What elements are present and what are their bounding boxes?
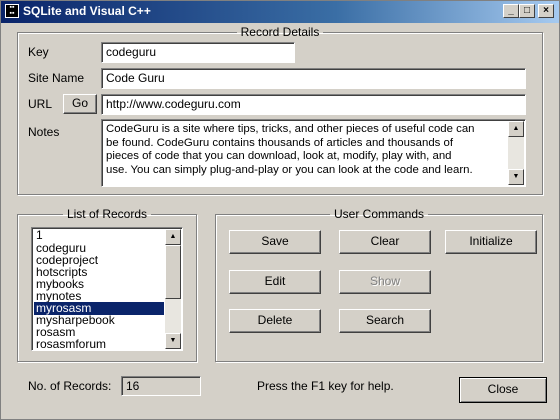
close-icon: × — [543, 5, 549, 16]
records-count-field: 16 — [121, 376, 201, 396]
url-label: URL — [28, 97, 53, 111]
go-button[interactable]: Go — [63, 94, 97, 114]
app-window: ▪▪ ▪▪ SQLite and Visual C++ _ □ × Record … — [0, 0, 560, 420]
notes-text: CodeGuru is a site where tips, tricks, a… — [106, 123, 475, 176]
scroll-thumb[interactable] — [165, 245, 181, 299]
edit-button[interactable]: Edit — [229, 270, 321, 294]
help-text: Press the F1 key for help. — [257, 379, 394, 393]
notes-scrollbar[interactable]: ▲ ▼ — [508, 121, 524, 185]
initialize-button[interactable]: Initialize — [445, 230, 537, 254]
maximize-button[interactable]: □ — [519, 4, 535, 18]
minimize-icon: _ — [508, 5, 514, 16]
url-input[interactable]: http://www.codeguru.com — [101, 94, 526, 115]
key-input[interactable]: codeguru — [101, 42, 295, 63]
app-icon: ▪▪ ▪▪ — [5, 4, 19, 18]
scroll-down-icon[interactable]: ▼ — [165, 333, 181, 349]
site-name-label: Site Name — [28, 71, 85, 85]
delete-button[interactable]: Delete — [229, 309, 321, 333]
record-details-legend: Record Details — [240, 25, 320, 39]
scroll-up-icon[interactable]: ▲ — [165, 229, 181, 245]
user-commands-legend: User Commands — [333, 207, 425, 221]
save-button[interactable]: Save — [229, 230, 321, 254]
records-listbox[interactable]: 1 codeguru codeproject hotscripts mybook… — [31, 227, 183, 351]
close-button[interactable]: Close — [459, 377, 547, 403]
scroll-up-icon[interactable]: ▲ — [508, 121, 524, 137]
key-label: Key — [28, 45, 49, 59]
site-name-input[interactable]: Code Guru — [101, 68, 526, 89]
list-of-records-legend: List of Records — [66, 207, 148, 221]
clear-button[interactable]: Clear — [339, 230, 431, 254]
notes-textarea[interactable]: CodeGuru is a site where tips, tricks, a… — [101, 119, 526, 187]
close-window-button[interactable]: × — [538, 4, 554, 18]
title-bar[interactable]: ▪▪ ▪▪ SQLite and Visual C++ _ □ × — [1, 1, 559, 23]
maximize-icon: □ — [523, 5, 531, 16]
list-item[interactable]: rosasmforum — [34, 338, 164, 351]
search-button[interactable]: Search — [339, 309, 431, 333]
window-title: SQLite and Visual C++ — [23, 4, 151, 18]
scroll-down-icon[interactable]: ▼ — [508, 169, 524, 185]
records-scrollbar[interactable]: ▲ ▼ — [165, 229, 181, 349]
records-count-label: No. of Records: — [28, 379, 112, 393]
notes-label: Notes — [28, 125, 60, 139]
show-button[interactable]: Show — [339, 270, 431, 294]
minimize-button[interactable]: _ — [503, 4, 519, 18]
